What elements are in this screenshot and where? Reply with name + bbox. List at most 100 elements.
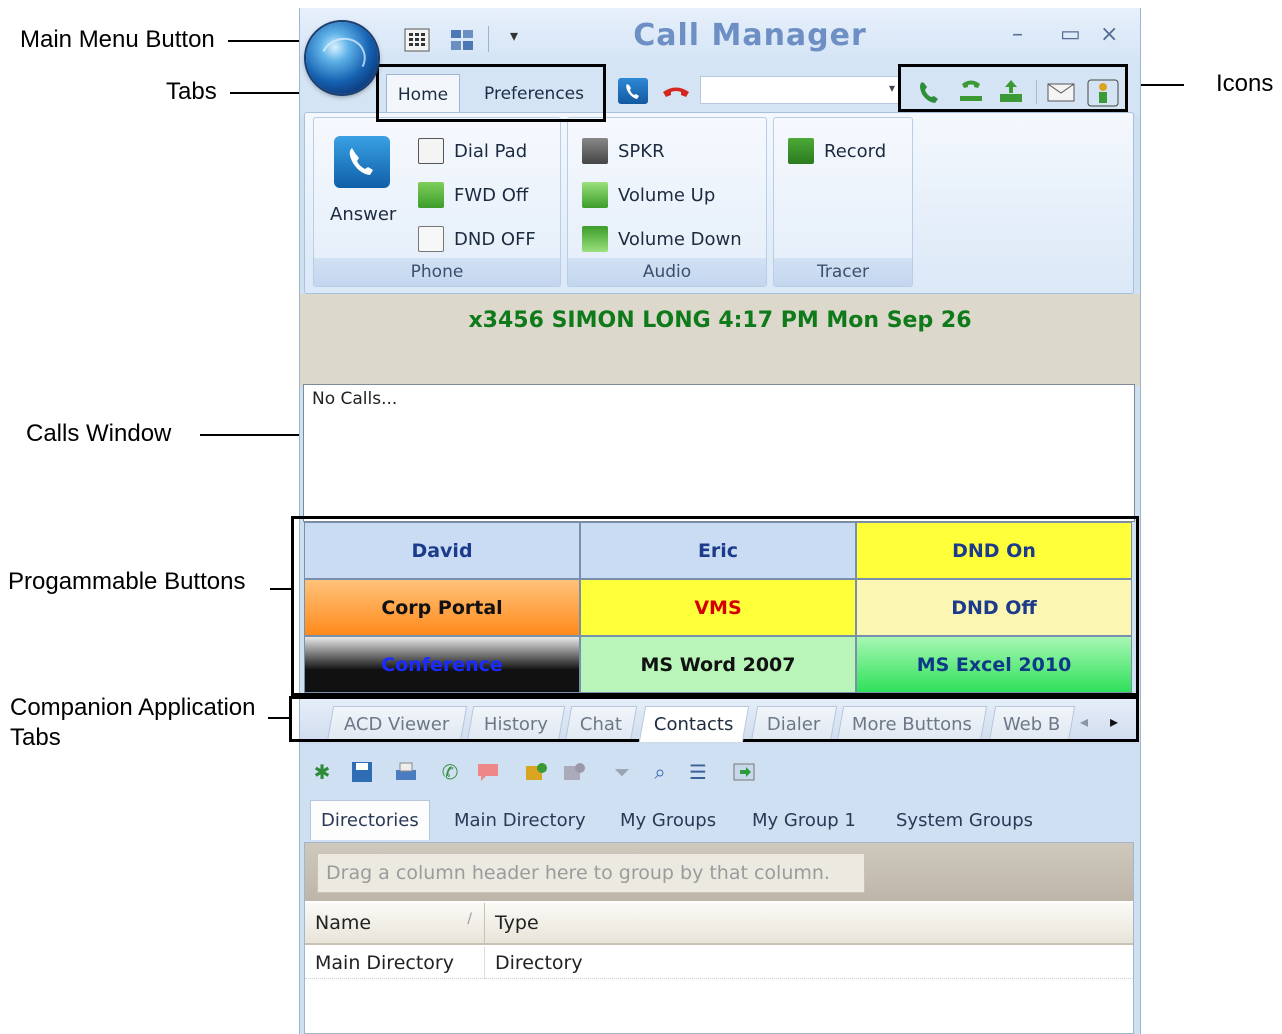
- prog-button-label: DND On: [952, 539, 1036, 562]
- chat-icon[interactable]: [474, 758, 502, 786]
- qat-dropdown[interactable]: ▾: [510, 26, 518, 45]
- volume-down-icon: [582, 226, 608, 252]
- qat-separator: [488, 26, 489, 52]
- dnd-off-button[interactable]: DND OFF: [418, 226, 536, 252]
- tab-web-b[interactable]: Web B: [988, 706, 1076, 742]
- find-icon[interactable]: ⌕: [646, 758, 674, 786]
- prog-button-label: MS Excel 2010: [916, 653, 1072, 676]
- tab-preferences[interactable]: Preferences: [472, 74, 596, 114]
- subtab-system-groups[interactable]: System Groups: [896, 800, 1033, 840]
- directory-subtabs: Directories Main Directory My Groups My …: [300, 800, 1140, 842]
- tab-label: Dialer: [767, 714, 821, 735]
- layout-quick-icon[interactable]: [450, 28, 476, 52]
- print-icon[interactable]: [392, 758, 420, 786]
- status-band: x3456 SIMON LONG 4:17 PM Mon Sep 26: [300, 294, 1140, 386]
- spkr-button[interactable]: SPKR: [582, 138, 665, 164]
- volume-up-button[interactable]: Volume Up: [582, 182, 715, 208]
- dial-combo[interactable]: ▾: [700, 76, 900, 104]
- prog-button-label: Conference: [381, 653, 503, 676]
- call-manager-window: ▾ Call Manager – ▭ × Home Preferences ▾: [299, 8, 1141, 1034]
- tab-home[interactable]: Home: [386, 74, 460, 114]
- tab-label: ACD Viewer: [344, 714, 450, 735]
- dial-pad-button[interactable]: Dial Pad: [418, 138, 527, 164]
- group-audio: SPKR Volume Up Volume Down Audio: [567, 117, 767, 287]
- spkr-label: SPKR: [618, 140, 665, 162]
- column-header-name[interactable]: Name /: [305, 903, 485, 945]
- tab-more-buttons[interactable]: More Buttons: [836, 706, 988, 742]
- answer-icon[interactable]: [334, 136, 390, 188]
- volume-down-button[interactable]: Volume Down: [582, 226, 742, 252]
- dial-pad-label: Dial Pad: [454, 140, 528, 162]
- record-icon: [788, 138, 814, 164]
- phone-blue-icon[interactable]: [618, 78, 648, 104]
- call-icon[interactable]: [920, 82, 938, 103]
- prog-button-conference[interactable]: Conference: [304, 636, 580, 693]
- callout-programmable: Progammable Buttons: [8, 568, 246, 595]
- prog-button-ms-word[interactable]: MS Word 2007: [580, 636, 856, 693]
- cell-name[interactable]: Main Directory: [305, 947, 485, 979]
- import-icon[interactable]: [730, 758, 758, 786]
- prog-button-dnd-off[interactable]: DND Off: [856, 579, 1132, 636]
- dial-pad-quick-icon[interactable]: [404, 28, 430, 52]
- list-icon[interactable]: ☰: [684, 758, 712, 786]
- tab-label: Contacts: [654, 714, 734, 735]
- column-header-type[interactable]: Type: [485, 903, 1133, 945]
- close-button[interactable]: ×: [1100, 22, 1118, 47]
- record-label: Record: [824, 140, 887, 162]
- column-header-label: Name: [315, 912, 372, 934]
- minimize-button[interactable]: –: [1012, 22, 1023, 47]
- group-label-audio: Audio: [568, 258, 766, 286]
- dial-contact-icon[interactable]: ✆: [436, 758, 464, 786]
- tab-contacts[interactable]: Contacts: [638, 706, 750, 742]
- scroll-left-icon[interactable]: ◂: [1080, 712, 1088, 731]
- companion-tabs: ACD Viewer History Chat Contacts Dialer …: [300, 698, 1140, 744]
- remove-group-icon[interactable]: [560, 758, 588, 786]
- tab-history[interactable]: History: [466, 706, 566, 742]
- group-label-phone: Phone: [314, 258, 560, 286]
- chevron-down-icon[interactable]: ▾: [889, 81, 895, 95]
- voicemail-icon[interactable]: [1047, 83, 1075, 102]
- record-button[interactable]: Record: [788, 138, 886, 164]
- tab-label: Chat: [579, 714, 622, 735]
- prog-button-label: MS Word 2007: [640, 653, 796, 676]
- prog-button-vms[interactable]: VMS: [580, 579, 856, 636]
- tab-chat[interactable]: Chat: [564, 706, 638, 742]
- tab-acd-viewer[interactable]: ACD Viewer: [326, 706, 468, 742]
- contacts-toolbar: ✱ ✆ ⏷ ⌕ ☰: [300, 750, 1140, 796]
- subtab-my-groups[interactable]: My Groups: [620, 800, 716, 840]
- subtab-directories[interactable]: Directories: [310, 800, 430, 840]
- add-group-icon[interactable]: [522, 758, 550, 786]
- maximize-button[interactable]: ▭: [1060, 22, 1081, 47]
- presence-icon[interactable]: [1087, 79, 1119, 107]
- prog-button-corp-portal[interactable]: Corp Portal: [304, 579, 580, 636]
- group-by-hint[interactable]: Drag a column header here to group by th…: [317, 853, 865, 893]
- new-contact-icon[interactable]: ✱: [308, 758, 336, 786]
- filter-icon[interactable]: ⏷: [608, 758, 636, 786]
- dnd-icon: [418, 226, 444, 252]
- answer-button[interactable]: Answer: [330, 204, 396, 225]
- directory-grid: Drag a column header here to group by th…: [304, 842, 1134, 1034]
- prog-button-ms-excel[interactable]: MS Excel 2010: [856, 636, 1132, 693]
- subtab-main-directory[interactable]: Main Directory: [454, 800, 586, 840]
- prog-button-eric[interactable]: Eric: [580, 522, 856, 579]
- icon-strip: [910, 74, 1132, 110]
- callout-line-main-menu: [228, 40, 308, 42]
- scroll-right-icon[interactable]: ▸: [1110, 712, 1118, 731]
- calls-window[interactable]: No Calls...: [303, 384, 1135, 522]
- callout-line-calls-window: [200, 434, 312, 436]
- prog-button-label: VMS: [694, 596, 742, 619]
- fwd-off-button[interactable]: FWD Off: [418, 182, 528, 208]
- prog-button-dnd-on[interactable]: DND On: [856, 522, 1132, 579]
- subtab-my-group-1[interactable]: My Group 1: [752, 800, 856, 840]
- tab-label: Web B: [1003, 714, 1061, 735]
- prog-button-david[interactable]: David: [304, 522, 580, 579]
- save-icon[interactable]: [348, 758, 376, 786]
- column-header-label: Type: [495, 912, 539, 934]
- hangup-icon[interactable]: [660, 80, 692, 104]
- tab-dialer[interactable]: Dialer: [750, 706, 838, 742]
- park-icon[interactable]: [960, 80, 982, 102]
- main-menu-button[interactable]: [306, 22, 378, 94]
- volume-up-icon: [582, 182, 608, 208]
- pickup-icon[interactable]: [1000, 80, 1022, 102]
- cell-type[interactable]: Directory: [485, 947, 1133, 979]
